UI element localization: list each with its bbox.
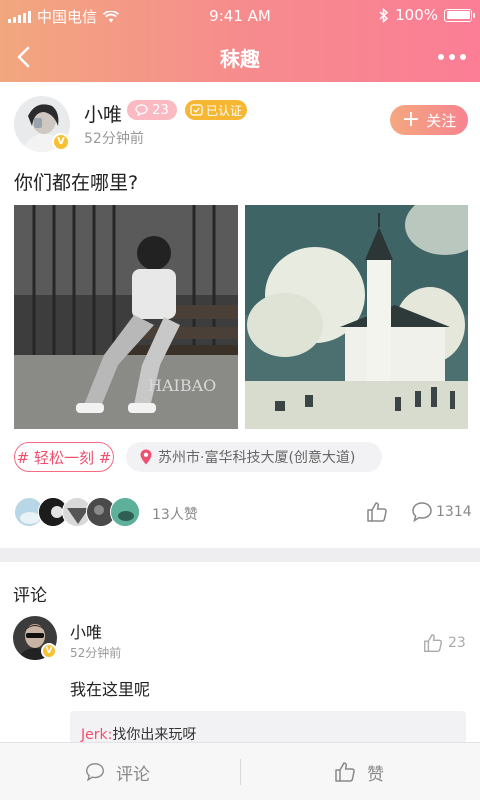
topic-tag[interactable]: # 轻松一刻 #	[14, 442, 114, 472]
chat-bubble-icon	[135, 104, 148, 116]
bottom-action-bar: 评论 赞	[0, 742, 480, 800]
battery-icon	[444, 8, 475, 22]
comment-like-count: 23	[448, 635, 466, 651]
bottom-bar-separator	[240, 759, 241, 785]
location-pin-icon	[140, 449, 152, 465]
liker-avatars[interactable]	[14, 497, 144, 527]
plus-icon: +	[401, 107, 421, 132]
thumbs-up-icon	[335, 762, 355, 782]
comment-text: 我在这里呢	[70, 680, 151, 699]
thumbs-up-icon[interactable]	[365, 500, 389, 524]
bottom-like-button[interactable]: 赞	[333, 743, 384, 800]
comment-icon[interactable]	[410, 500, 434, 524]
bottom-comment-button[interactable]: 评论	[84, 743, 150, 800]
location-text: 苏州市·富华科技大厦(创意大道)	[158, 450, 356, 466]
author-name[interactable]: 小唯	[84, 100, 122, 127]
follow-button[interactable]: + 关注	[390, 105, 468, 135]
verified-icon	[190, 104, 203, 116]
status-right-group: 100%	[379, 6, 475, 24]
more-dots-icon[interactable]	[432, 42, 472, 72]
comment-count-badge: 23	[127, 100, 177, 120]
likes-count-text: 13人赞	[152, 507, 198, 523]
post-photo-2[interactable]	[245, 205, 468, 429]
post-photo-1[interactable]: HAIBAO	[14, 205, 238, 429]
comment-verified-badge: V	[41, 643, 57, 659]
comment-count: 1314	[436, 504, 472, 520]
bottom-comment-label: 评论	[116, 764, 150, 785]
comment-author-name[interactable]: 小唯	[70, 619, 102, 643]
comments-title: 评论	[13, 586, 47, 606]
verified-badge: 已认证	[185, 100, 247, 120]
page-title: 秣趣	[220, 47, 260, 71]
follow-label: 关注	[426, 111, 457, 130]
battery-percent: 100%	[395, 6, 438, 24]
location-tag[interactable]: 苏州市·富华科技大厦(创意大道)	[126, 442, 382, 472]
comment-count-badge-value: 23	[152, 102, 169, 118]
comment-icon	[86, 763, 104, 782]
post-time: 52分钟前	[84, 131, 144, 147]
reply-text: 找你出来玩呀	[112, 727, 197, 743]
nav-bar: 秣趣	[0, 32, 480, 82]
bluetooth-icon	[379, 7, 389, 23]
status-bar: 中国电信 9:41 AM 100%	[0, 0, 480, 32]
bottom-like-label: 赞	[367, 764, 384, 785]
post-text: 你们都在哪里?	[14, 172, 139, 194]
verified-label: 已认证	[205, 103, 242, 118]
reply-user[interactable]: Jerk:	[81, 727, 112, 743]
verified-v-badge: V	[52, 133, 70, 151]
liker-avatar	[110, 497, 140, 527]
app-header: 中国电信 9:41 AM 100% 秣趣	[0, 0, 480, 82]
section-divider	[0, 548, 480, 562]
comment-time: 52分钟前	[70, 646, 122, 660]
comment-thumbs-up-icon[interactable]	[422, 632, 444, 654]
photo-watermark: HAIBAO	[148, 376, 216, 395]
